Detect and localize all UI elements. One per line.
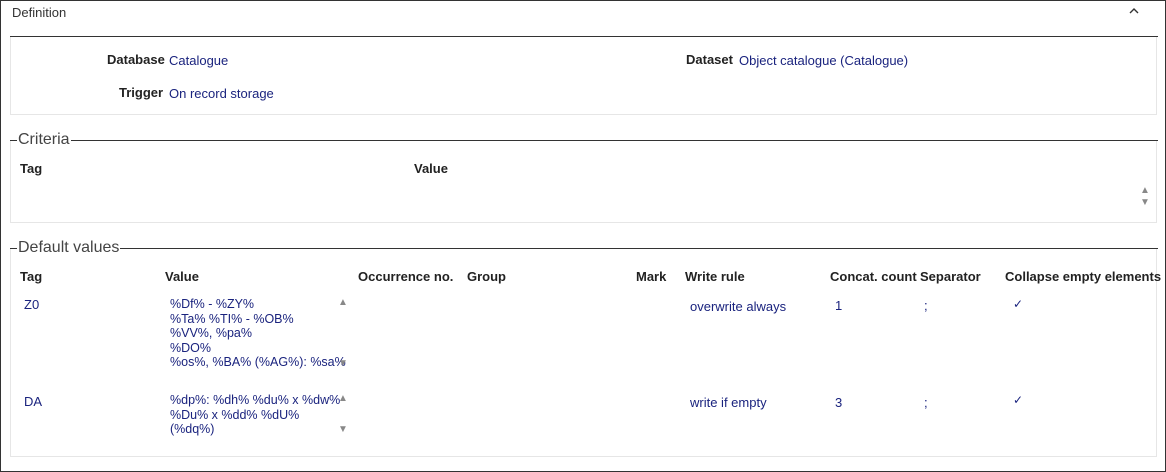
value-textarea[interactable]: %dp%: %dh% %du% x %dw% %Du% x %dd% %dU% … (170, 393, 340, 437)
check-icon[interactable]: ✓ (1013, 297, 1023, 311)
scroll-down-icon[interactable]: ▼ (1140, 198, 1150, 208)
separator-value[interactable]: ; (924, 298, 928, 313)
row-tag[interactable]: DA (24, 394, 42, 409)
value-textarea[interactable]: %Df% - %ZY% %Ta% %TI% - %OB% %VV%, %pa% … (170, 297, 346, 370)
row-tag[interactable]: Z0 (24, 297, 39, 312)
criteria-panel (10, 141, 1157, 223)
dataset-value: Object catalogue (Catalogue) (739, 53, 909, 68)
trigger-label: Trigger (119, 85, 164, 100)
section-title: Definition (12, 5, 67, 20)
col-occurrence: Occurrence no. (358, 269, 454, 284)
col-concat-count: Concat. count (830, 269, 917, 284)
col-collapse-empty: Collapse empty elements (1005, 269, 1162, 284)
write-rule-value[interactable]: overwrite always (690, 299, 786, 314)
scroll-up-icon[interactable]: ▲ (1140, 186, 1150, 196)
criteria-col-tag: Tag (20, 161, 43, 176)
check-icon[interactable]: ✓ (1013, 393, 1023, 407)
col-write-rule: Write rule (685, 269, 745, 284)
separator-value[interactable]: ; (924, 395, 928, 410)
database-label: Database (107, 52, 165, 67)
scroll-down-icon[interactable]: ▼ (338, 425, 348, 435)
col-tag: Tag (20, 269, 43, 284)
scroll-down-icon[interactable]: ▼ (338, 359, 348, 369)
concat-count-value[interactable]: 3 (835, 395, 842, 410)
chevron-up-icon[interactable] (1127, 3, 1141, 19)
write-rule-value[interactable]: write if empty (690, 395, 767, 410)
col-mark: Mark (636, 269, 667, 284)
col-separator: Separator (920, 269, 981, 284)
definition-window: Definition Database Catalogue Dataset Ob… (0, 0, 1166, 472)
scroll-up-icon[interactable]: ▲ (338, 298, 348, 308)
scroll-up-icon[interactable]: ▲ (338, 394, 348, 404)
dataset-label: Dataset (686, 52, 733, 67)
concat-count-value[interactable]: 1 (835, 298, 842, 313)
trigger-value: On record storage (169, 86, 274, 101)
col-value: Value (165, 269, 199, 284)
criteria-col-value: Value (414, 161, 448, 176)
definition-panel (10, 37, 1157, 115)
col-group: Group (467, 269, 506, 284)
database-value: Catalogue (169, 53, 229, 68)
